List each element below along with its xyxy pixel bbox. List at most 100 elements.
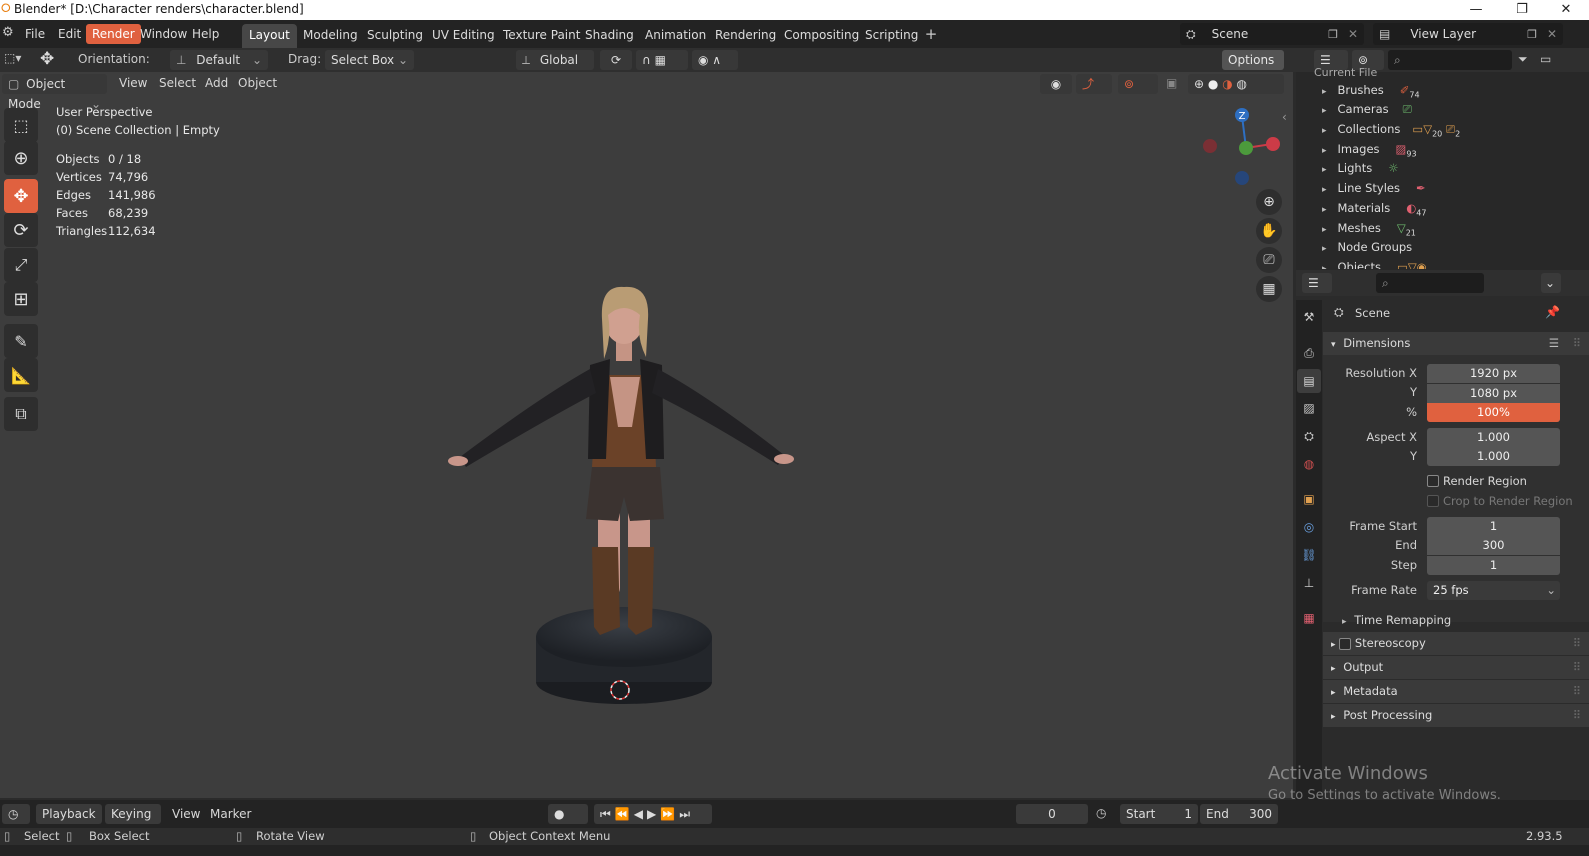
drag-handle-icon[interactable]: ⠿ <box>1573 656 1581 679</box>
resolution-x-field[interactable]: 1920 px <box>1427 364 1560 383</box>
visibility-dropdown[interactable]: ◉ <box>1040 74 1072 94</box>
keying-dropdown[interactable]: Keying⌄ <box>105 804 161 841</box>
frame-rate-dropdown[interactable]: 25 fps ⌄ <box>1427 581 1560 600</box>
zoom-icon[interactable]: ⊕ <box>1256 189 1282 215</box>
menu-select[interactable]: Select <box>159 76 196 90</box>
timeline-menu-marker[interactable]: Marker <box>210 807 251 821</box>
presets-list-icon[interactable]: ☰ <box>1549 332 1559 355</box>
end-frame-field[interactable]: End 300 <box>1200 804 1278 824</box>
stereoscopy-panel-header[interactable]: ▸ Stereoscopy ⠿ <box>1323 632 1589 655</box>
wireframe-shading-icon[interactable]: ⊕ <box>1194 77 1204 91</box>
outliner-item-collections[interactable]: ▸ Collections ▭▽20 ⎚2 <box>1322 119 1460 139</box>
blender-menu-icon[interactable]: ⚙ <box>2 25 14 40</box>
prev-keyframe-icon[interactable]: ⏪ <box>615 807 634 821</box>
current-frame-field[interactable]: 0 <box>1016 804 1088 824</box>
sidebar-toggle-icon[interactable]: ‹ <box>1282 110 1287 124</box>
dimensions-panel-header[interactable]: ▾ Dimensions ☰ ⠿ <box>1323 332 1589 355</box>
tab-view-layer[interactable]: ▨ <box>1297 396 1321 420</box>
annotate-tool[interactable]: ✎ <box>4 324 38 358</box>
tab-texture[interactable]: ▦ <box>1297 606 1321 630</box>
copy-view-layer-icon[interactable]: ❐ <box>1527 28 1537 41</box>
pin-icon[interactable]: 📌 <box>1545 305 1560 319</box>
post-processing-panel-header[interactable]: ▸ Post Processing ⠿ <box>1323 704 1589 727</box>
tab-modeling[interactable]: Modeling <box>296 24 365 48</box>
checkbox-icon[interactable] <box>1339 637 1352 650</box>
render-region-checkbox[interactable]: Render Region <box>1427 474 1527 488</box>
scale-tool[interactable]: ⤢ <box>4 248 38 282</box>
tab-scene[interactable]: ⛭ <box>1297 424 1321 448</box>
drag-handle-icon[interactable]: ⠿ <box>1573 680 1581 703</box>
tab-output[interactable]: ▤ <box>1297 369 1321 393</box>
tab-world[interactable]: ◍ <box>1297 452 1321 476</box>
navigation-gizmo[interactable]: Z <box>1198 106 1282 190</box>
outliner-item-lights[interactable]: ▸ Lights ☼ <box>1322 158 1399 178</box>
shading-mode-group[interactable]: ⊕ ● ◑ ◍ <box>1188 74 1284 94</box>
crop-region-checkbox[interactable]: Crop to Render Region <box>1427 494 1573 508</box>
outliner-item-images[interactable]: ▸ Images ▨93 <box>1322 139 1417 159</box>
timeline-menu-view[interactable]: View <box>172 807 200 821</box>
outliner-item-node-groups[interactable]: ▸ Node Groups <box>1322 237 1412 257</box>
expand-arrow-icon[interactable]: ▸ <box>1322 205 1327 215</box>
outliner-search-input[interactable]: ⌕ <box>1388 50 1512 70</box>
minimize-button[interactable]: — <box>1453 0 1499 20</box>
solid-shading-icon[interactable]: ● <box>1208 77 1218 91</box>
playback-dropdown[interactable]: Playback⌄ <box>36 804 102 841</box>
outliner-item-objects[interactable]: ▸ Objects ▭▽◉ <box>1322 257 1427 269</box>
outliner-item-cameras[interactable]: ▸ Cameras ⎚ <box>1322 99 1412 119</box>
transform-tool[interactable]: ⊞ <box>4 282 38 316</box>
select-box-tool[interactable]: ⬚ <box>4 108 38 142</box>
tab-animation[interactable]: Animation <box>638 24 713 48</box>
menu-help[interactable]: Help <box>186 24 225 44</box>
tab-scripting[interactable]: Scripting <box>858 24 925 48</box>
add-cube-tool[interactable]: ⧉ <box>4 397 38 431</box>
pan-hand-icon[interactable]: ✋ <box>1256 218 1282 244</box>
scene-selector[interactable]: ⛭ Scene ❐ ✕ <box>1180 23 1364 45</box>
next-keyframe-icon[interactable]: ⏩ <box>660 807 679 821</box>
expand-arrow-icon[interactable]: ▸ <box>1322 244 1327 254</box>
drag-dropdown[interactable]: Select Box ⌄ <box>325 50 414 70</box>
expand-arrow-icon[interactable]: ▸ <box>1322 106 1327 116</box>
material-shading-icon[interactable]: ◑ <box>1222 77 1232 91</box>
outliner-item-brushes[interactable]: ▸ Brushes ✐74 <box>1322 80 1420 100</box>
rendered-shading-icon[interactable]: ◍ <box>1237 77 1247 91</box>
character-model-render[interactable] <box>440 227 800 712</box>
timeline-editor-type[interactable]: ◷ <box>2 804 30 824</box>
menu-render[interactable]: Render <box>86 24 141 44</box>
copy-scene-icon[interactable]: ❐ <box>1328 28 1338 41</box>
resolution-percent-slider[interactable]: 100% <box>1427 403 1560 422</box>
transform-orientation-dropdown[interactable]: ⟂ Global ⌄ <box>516 50 594 87</box>
frame-end-field[interactable]: 300 <box>1427 536 1560 555</box>
outliner-item-materials[interactable]: ▸ Materials ◐47 <box>1322 198 1426 218</box>
gizmo-toggle[interactable]: ⤴ <box>1076 74 1112 94</box>
properties-options-dropdown[interactable]: ⌄ <box>1541 273 1561 293</box>
pivot-point-dropdown[interactable]: ⟳ <box>600 50 632 70</box>
rotate-tool[interactable]: ⟳ <box>4 213 38 247</box>
tab-object-data[interactable]: ⊥ <box>1297 571 1321 595</box>
restore-button[interactable]: ❐ <box>1499 0 1545 20</box>
expand-arrow-icon[interactable]: ▸ <box>1322 225 1327 235</box>
resolution-y-field[interactable]: 1080 px <box>1427 384 1560 403</box>
menu-view[interactable]: View <box>119 76 147 90</box>
outliner-item-meshes[interactable]: ▸ Meshes ▽21 <box>1322 218 1416 238</box>
properties-search-input[interactable]: ⌕ <box>1376 273 1484 293</box>
3d-viewport[interactable]: ▢ Object Mode ⌄ View Select Add Object ◉… <box>0 72 1293 798</box>
jump-end-icon[interactable]: ⏭ <box>679 807 694 821</box>
expand-arrow-icon[interactable]: ▸ <box>1322 165 1327 175</box>
menu-file[interactable]: File <box>19 24 51 44</box>
auto-keying-toggle[interactable]: ● <box>548 804 588 824</box>
remove-view-layer-icon[interactable]: ✕ <box>1547 27 1557 41</box>
outliner-item-line-styles[interactable]: ▸ Line Styles ✒ <box>1322 178 1426 198</box>
proportional-edit-toggle[interactable]: ◉ ∧ <box>692 50 738 70</box>
tab-texture-paint[interactable]: Texture Paint <box>496 24 587 48</box>
expand-arrow-icon[interactable]: ▸ <box>1322 264 1327 269</box>
menu-window[interactable]: Window <box>134 24 193 44</box>
new-collection-icon[interactable]: ▭ <box>1540 52 1551 66</box>
remove-scene-icon[interactable]: ✕ <box>1348 27 1358 41</box>
menu-object[interactable]: Object <box>238 76 277 90</box>
tab-layout[interactable]: Layout <box>242 24 297 48</box>
aspect-y-field[interactable]: 1.000 <box>1427 447 1560 466</box>
measure-tool[interactable]: 📐 <box>4 358 38 392</box>
play-reverse-icon[interactable]: ◀ <box>634 807 647 821</box>
cursor-tool[interactable]: ⊕ <box>4 141 38 175</box>
drag-handle-icon[interactable]: ⠿ <box>1573 332 1581 355</box>
